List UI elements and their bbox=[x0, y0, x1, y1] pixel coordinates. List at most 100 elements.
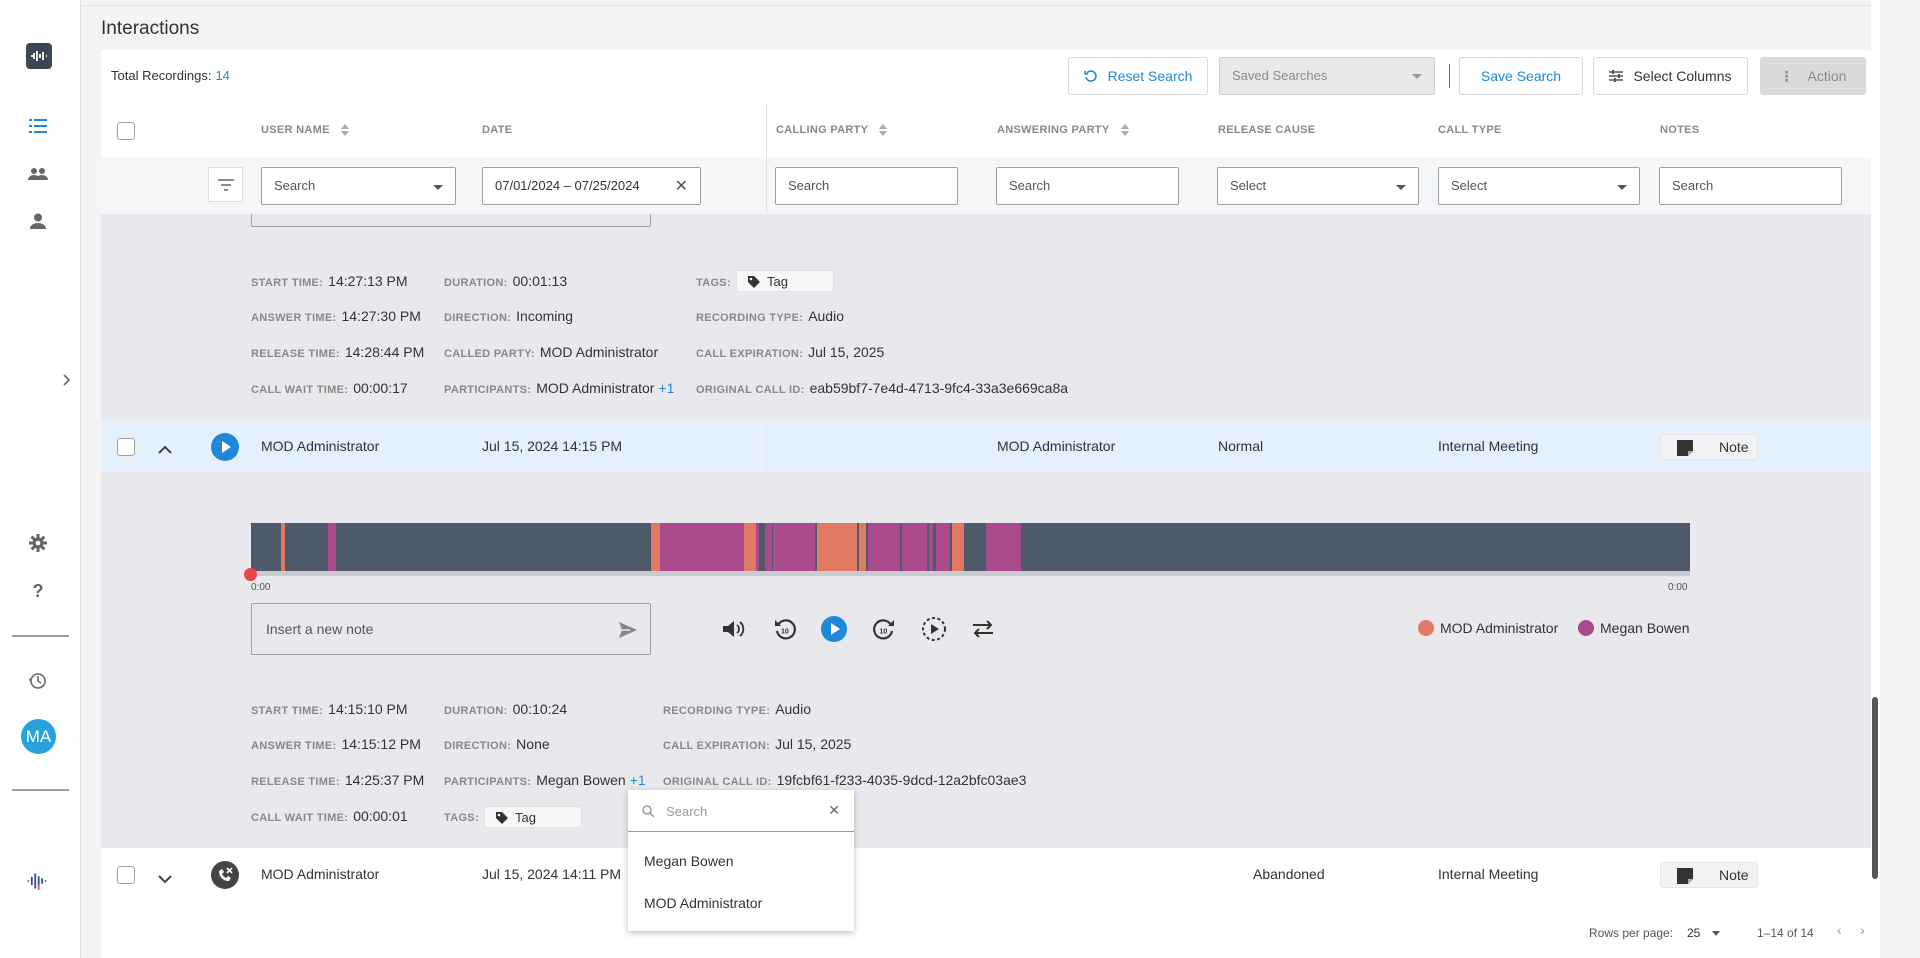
new-note-input[interactable]: Insert a new note bbox=[251, 603, 651, 655]
chevron-down-icon bbox=[1396, 185, 1406, 190]
app-logo-icon[interactable] bbox=[26, 43, 52, 69]
play-icon[interactable] bbox=[211, 433, 239, 461]
column-divider bbox=[766, 103, 767, 213]
interactions-list-icon[interactable] bbox=[27, 115, 49, 137]
sidebar-divider bbox=[12, 789, 69, 791]
participants-search-input[interactable]: Search ✕ bbox=[628, 790, 854, 832]
detail-answer-time: ANSWER TIME: 14:15:12 PM bbox=[251, 736, 421, 752]
column-header-call-type[interactable]: CALL TYPE bbox=[1438, 124, 1502, 136]
chevron-down-icon bbox=[1412, 74, 1422, 79]
history-icon[interactable] bbox=[27, 670, 49, 692]
tag-icon bbox=[496, 812, 508, 824]
row-note-button[interactable]: Note bbox=[1660, 434, 1758, 460]
groups-icon[interactable] bbox=[27, 163, 49, 185]
release-cause-select[interactable]: Select bbox=[1217, 167, 1419, 205]
participants-more-link[interactable]: +1 bbox=[658, 380, 674, 396]
row-checkbox[interactable] bbox=[117, 866, 135, 884]
select-all-checkbox[interactable] bbox=[117, 122, 135, 140]
detail-participants: PARTICIPANTS: MOD Administrator +1 bbox=[444, 380, 675, 396]
answering-party-search-input[interactable]: Search bbox=[996, 167, 1179, 205]
participants-more-link[interactable]: +1 bbox=[630, 772, 646, 788]
row-date: Jul 15, 2024 14:15 PM bbox=[482, 438, 623, 454]
row-user-name: MOD Administrator bbox=[261, 866, 380, 882]
select-columns-button[interactable]: Select Columns bbox=[1593, 57, 1748, 95]
scrollbar-thumb[interactable] bbox=[1872, 697, 1878, 879]
row-call-type: Internal Meeting bbox=[1438, 866, 1539, 882]
sidebar-divider bbox=[12, 635, 69, 637]
row-checkbox[interactable] bbox=[117, 438, 135, 456]
rows-per-page-label: Rows per page: bbox=[1589, 926, 1674, 940]
action-button[interactable]: ⋮ Action bbox=[1760, 57, 1866, 95]
tag-chip[interactable]: Tag bbox=[736, 270, 834, 292]
save-search-button[interactable]: Save Search bbox=[1459, 57, 1583, 95]
note-icon bbox=[1677, 440, 1693, 456]
participant-item[interactable]: Megan Bowen bbox=[644, 853, 734, 869]
play-pause-icon[interactable] bbox=[819, 614, 849, 644]
rewind-10-icon[interactable]: 10 bbox=[770, 614, 800, 644]
prev-page-icon[interactable]: ‹ bbox=[1837, 922, 1842, 938]
playback-speed-icon[interactable] bbox=[919, 614, 949, 644]
legend-item-mod-administrator: MOD Administrator bbox=[1418, 620, 1558, 636]
detail-call-expiration: CALL EXPIRATION: Jul 15, 2025 bbox=[663, 736, 852, 752]
notes-search-input[interactable]: Search bbox=[1659, 167, 1842, 205]
user-icon[interactable] bbox=[27, 210, 49, 232]
swap-arrows-icon[interactable] bbox=[968, 614, 998, 644]
detail-duration: DURATION: 00:10:24 bbox=[444, 701, 568, 717]
row-note-button[interactable]: Note bbox=[1660, 862, 1758, 888]
clear-icon[interactable]: ✕ bbox=[675, 176, 688, 196]
row-user-name: MOD Administrator bbox=[261, 438, 380, 454]
reset-icon bbox=[1083, 70, 1097, 82]
select-columns-label: Select Columns bbox=[1633, 68, 1732, 84]
chevron-right-icon[interactable] bbox=[63, 373, 71, 391]
filter-button[interactable] bbox=[208, 167, 243, 202]
detail-release-time: RELEASE TIME: 14:25:37 PM bbox=[251, 772, 425, 788]
detail-tags: TAGS: bbox=[444, 812, 479, 824]
row-answering-party: MOD Administrator bbox=[997, 438, 1116, 454]
column-header-release-cause[interactable]: RELEASE CAUSE bbox=[1218, 124, 1315, 136]
row-release-cause: Normal bbox=[1218, 438, 1264, 454]
gear-icon[interactable] bbox=[27, 532, 49, 554]
participant-item[interactable]: MOD Administrator bbox=[644, 895, 762, 911]
brand-logo-icon bbox=[27, 870, 49, 892]
chevron-up-icon[interactable] bbox=[158, 441, 172, 457]
call-type-select[interactable]: Select bbox=[1438, 167, 1640, 205]
missed-call-icon bbox=[211, 861, 239, 889]
total-recordings-count: 14 bbox=[215, 68, 230, 83]
time-current: 0:00 bbox=[251, 582, 271, 593]
playback-progress-bar[interactable] bbox=[251, 571, 1690, 576]
column-header-answering-party[interactable]: ANSWERING PARTY bbox=[997, 124, 1129, 137]
waveform-track[interactable] bbox=[251, 523, 1690, 573]
next-page-icon[interactable]: › bbox=[1860, 922, 1865, 938]
close-icon[interactable]: ✕ bbox=[828, 802, 840, 819]
reset-search-button[interactable]: Reset Search bbox=[1068, 57, 1208, 95]
note-icon bbox=[1677, 868, 1693, 884]
sort-icon[interactable] bbox=[1120, 124, 1129, 137]
sort-icon[interactable] bbox=[341, 124, 350, 137]
detail-recording-type: RECORDING TYPE: Audio bbox=[696, 308, 844, 324]
calling-party-search-input[interactable]: Search bbox=[775, 167, 958, 205]
sidebar: ? MA bbox=[0, 0, 81, 958]
total-recordings-label: Total Recordings: bbox=[111, 68, 212, 83]
playhead-handle[interactable] bbox=[244, 568, 257, 581]
column-header-date[interactable]: DATE bbox=[482, 124, 512, 136]
send-icon[interactable] bbox=[618, 621, 638, 639]
avatar[interactable]: MA bbox=[21, 719, 56, 754]
pagination-range: 1–14 of 14 bbox=[1757, 926, 1814, 940]
column-header-user-name[interactable]: USER NAME bbox=[261, 124, 350, 137]
saved-searches-select[interactable]: Saved Searches bbox=[1219, 57, 1435, 95]
volume-icon[interactable] bbox=[719, 614, 749, 644]
column-header-notes[interactable]: NOTES bbox=[1660, 124, 1699, 136]
column-divider bbox=[766, 420, 767, 472]
rows-per-page-select[interactable]: 25 bbox=[1687, 926, 1720, 940]
sort-icon[interactable] bbox=[879, 124, 888, 137]
tag-chip[interactable]: Tag bbox=[484, 806, 582, 828]
column-header-calling-party[interactable]: CALLING PARTY bbox=[776, 124, 888, 137]
forward-10-icon[interactable]: 10 bbox=[869, 614, 899, 644]
date-range-input[interactable]: 07/01/2024 – 07/25/2024 ✕ bbox=[482, 167, 701, 205]
legend-dot bbox=[1578, 620, 1594, 636]
detail-answer-time: ANSWER TIME: 14:27:30 PM bbox=[251, 308, 421, 324]
help-icon[interactable]: ? bbox=[27, 580, 49, 602]
user-name-filter-select[interactable]: Search bbox=[261, 167, 456, 205]
previous-note-input[interactable] bbox=[251, 214, 651, 227]
chevron-down-icon[interactable] bbox=[158, 871, 172, 887]
